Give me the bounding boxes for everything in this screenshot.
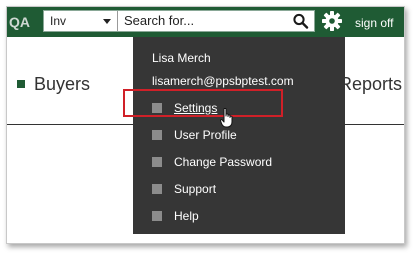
menu-item-label: Help	[174, 209, 199, 223]
nav-buyers-label: Buyers	[34, 74, 91, 94]
square-bullet-icon	[152, 211, 162, 221]
square-bullet-icon	[152, 184, 162, 194]
nav-reports[interactable]: Reports	[339, 74, 402, 95]
menu-item-label: Support	[174, 182, 217, 196]
menu-item-label: User Profile	[174, 128, 237, 142]
square-bullet-icon	[152, 157, 162, 167]
menu-item-support[interactable]: Support	[133, 178, 345, 200]
search-input[interactable]	[124, 11, 284, 31]
search-icon[interactable]	[292, 13, 310, 29]
gear-icon[interactable]	[321, 10, 343, 32]
user-menu-dropdown: Lisa Merch lisamerch@ppsbptest.com Setti…	[133, 37, 345, 234]
user-email: lisamerch@ppsbptest.com	[152, 74, 294, 88]
menu-item-help[interactable]: Help	[133, 205, 345, 227]
menu-item-label: Change Password	[174, 155, 273, 169]
sign-off-link[interactable]: sign off	[355, 16, 393, 30]
menu-item-user-profile[interactable]: User Profile	[133, 124, 345, 146]
search-scope-select[interactable]: Inv	[44, 11, 118, 31]
callout-highlight-box	[123, 89, 283, 117]
search-group: Inv	[43, 10, 315, 32]
square-bullet-icon	[17, 80, 25, 88]
hand-pointer-icon	[220, 108, 233, 128]
square-bullet-icon	[152, 130, 162, 140]
app-window: QA Inv Search for... sign off Buyers Rep…	[6, 6, 405, 244]
top-bar: QA Inv Search for... sign off	[7, 7, 404, 37]
search-scope-value: Inv	[50, 14, 67, 28]
chevron-down-icon	[103, 19, 111, 24]
user-name: Lisa Merch	[152, 51, 211, 65]
app-logo: QA	[9, 14, 30, 30]
menu-item-change-password[interactable]: Change Password	[133, 151, 345, 173]
